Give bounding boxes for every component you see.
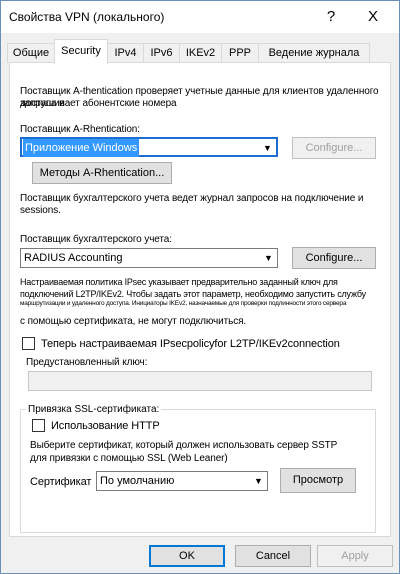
auth-provider-value: Приложение Windows <box>23 139 140 157</box>
tab-ipv4[interactable]: IPv4 <box>107 43 144 63</box>
accounting-provider-label: Поставщик бухгалтерского учета: <box>20 234 172 245</box>
tab-ipv6[interactable]: IPv6 <box>143 43 180 63</box>
use-http-label: Использование HTTP <box>51 420 160 432</box>
use-http-checkbox[interactable] <box>32 419 45 432</box>
tab-strip: Общие Security IPv4 IPv6 IKEv2 PPP Веден… <box>1 39 399 64</box>
chevron-down-icon: ▼ <box>259 139 276 155</box>
certificate-dropdown[interactable]: По умолчанию ▼ <box>96 471 268 491</box>
tab-ikev2[interactable]: IKEv2 <box>179 43 222 63</box>
close-icon[interactable]: X <box>353 4 393 30</box>
ssl-description-line1: Выберите сертификат, который должен испо… <box>30 440 338 451</box>
preshared-key-label: Предустановленный ключ: <box>26 357 148 368</box>
accounting-description-line2: sessions. <box>20 205 61 216</box>
tab-general[interactable]: Общие <box>7 43 55 63</box>
properties-dialog: Свойства VPN (локального) ? X Общие Secu… <box>0 0 400 574</box>
security-tab-panel: Поставщик A-thentication проверяет учетн… <box>9 62 391 537</box>
help-icon[interactable]: ? <box>311 4 351 30</box>
accounting-configure-button[interactable]: Configure... <box>292 247 376 269</box>
window-title: Свойства VPN (локального) <box>9 10 165 24</box>
ssl-description-line2: для привязки с помощью SSL (Web Leaner) <box>30 453 228 464</box>
ipsec-description-line2: подключений L2TP/IKEv2. Чтобы задать это… <box>20 289 366 299</box>
accounting-description-line1: Поставщик бухгалтерского учета ведет жур… <box>20 193 364 204</box>
cancel-button[interactable]: Cancel <box>235 545 311 567</box>
ipsec-policy-checkbox-label: Теперь настраиваемая IPsecpolicyfor L2TP… <box>41 338 340 350</box>
ipsec-description-line1: Настраиваемая политика IPsec указывает п… <box>20 277 338 287</box>
ipsec-policy-checkbox[interactable] <box>22 337 35 350</box>
chevron-down-icon: ▼ <box>260 249 277 267</box>
auth-provider-label: Поставщик A-Rhentication: <box>20 124 140 135</box>
auth-configure-button[interactable]: Configure... <box>292 137 376 159</box>
accounting-provider-dropdown[interactable]: RADIUS Accounting ▼ <box>20 248 278 268</box>
title-bar: Свойства VPN (локального) ? X <box>1 1 399 33</box>
ok-button[interactable]: OK <box>149 545 225 567</box>
auth-methods-button[interactable]: Методы A-Rhentication... <box>32 162 172 184</box>
preshared-key-input[interactable] <box>28 371 372 391</box>
certificate-label: Сертификат <box>30 476 92 488</box>
ipsec-description-line4: с помощью сертификата, не могут подключи… <box>20 316 247 327</box>
tab-logging[interactable]: Ведение журнала <box>258 43 370 63</box>
tab-security[interactable]: Security <box>54 39 108 64</box>
apply-button[interactable]: Apply <box>317 545 393 567</box>
auth-provider-dropdown[interactable]: Приложение Windows ▼ <box>20 137 278 157</box>
view-certificate-button[interactable]: Просмотр <box>280 468 356 493</box>
ssl-group-title: Привязка SSL-сертификата: <box>26 404 162 415</box>
chevron-down-icon: ▼ <box>250 472 267 490</box>
tab-ppp[interactable]: PPP <box>221 43 259 63</box>
auth-description-line2: запрашивает абонентские номера <box>20 98 177 109</box>
ipsec-description-line3: маршрутизации и удаленного доступа. Иниц… <box>20 300 347 307</box>
accounting-provider-value: RADIUS Accounting <box>24 252 123 264</box>
certificate-value: По умолчанию <box>100 475 175 487</box>
